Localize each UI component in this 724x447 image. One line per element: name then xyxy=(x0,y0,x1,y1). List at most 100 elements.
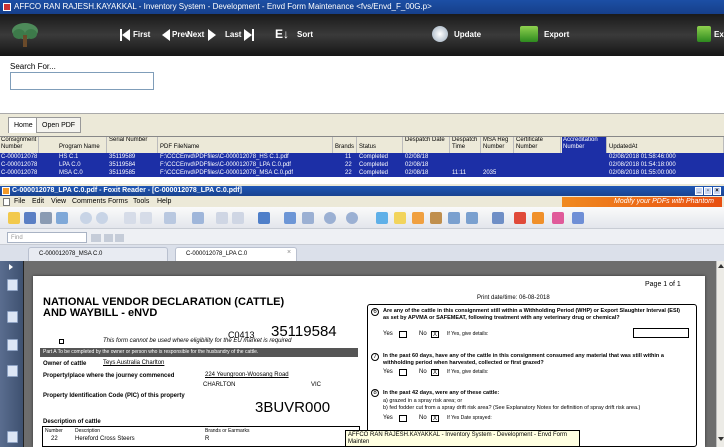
menu-edit[interactable]: Edit xyxy=(32,196,44,207)
back-icon[interactable] xyxy=(80,212,92,224)
zoom-icon[interactable] xyxy=(192,212,204,224)
table-row[interactable]: C-000012078 LPA C.0 35119584 F:\CCCEnvd\… xyxy=(0,161,724,169)
forward-icon[interactable] xyxy=(96,212,108,224)
question-8b: b) fed fodder cut from a spray drift ris… xyxy=(383,405,641,411)
question-8: In the past 42 days, were any of these c… xyxy=(383,390,500,396)
col-brands-header: Brands or Earmarks xyxy=(205,428,250,434)
print-icon[interactable] xyxy=(40,212,52,224)
hand-tool-icon[interactable] xyxy=(124,212,136,224)
attachments-icon[interactable] xyxy=(7,365,18,377)
menu-help[interactable]: Help xyxy=(157,196,171,207)
state-value: VIC xyxy=(311,382,322,388)
q8-no-checkbox[interactable]: X xyxy=(431,415,439,422)
vertical-scrollbar[interactable] xyxy=(716,261,724,447)
snapshot-icon[interactable] xyxy=(164,212,176,224)
q6-no-checkbox[interactable]: X xyxy=(431,331,439,338)
col-consignment[interactable]: Consignment Number xyxy=(0,137,39,153)
q6-details-box[interactable] xyxy=(633,328,689,338)
tab-home[interactable]: Home xyxy=(8,117,39,133)
main-tabs: Home Open PDF xyxy=(0,114,724,134)
pencil-icon[interactable] xyxy=(492,212,504,224)
table-row[interactable]: C-000012078 MSA C.0 35119585 F:\CCCEnvd\… xyxy=(0,169,724,177)
link-icon[interactable] xyxy=(448,212,460,224)
zoom-out-icon[interactable] xyxy=(324,212,336,224)
col-status[interactable]: Status xyxy=(358,137,403,153)
col-brands[interactable]: Brands xyxy=(334,137,357,153)
rotate-icon[interactable] xyxy=(302,212,314,224)
phantom-banner[interactable]: Modify your PDFs with Phantom xyxy=(562,197,722,207)
redo-icon[interactable] xyxy=(232,212,244,224)
restore-icon[interactable]: ▫ xyxy=(704,187,712,195)
find-input[interactable]: Find xyxy=(7,232,87,243)
col-serial[interactable]: Serial Number xyxy=(108,137,158,153)
menu-forms[interactable]: Forms xyxy=(108,196,128,207)
zoom-in-icon[interactable] xyxy=(258,212,270,224)
form-subtitle: AND WAYBILL - eNVD xyxy=(43,307,158,319)
comments-icon[interactable] xyxy=(7,339,18,351)
cell-serial: 35119584 xyxy=(109,162,136,168)
email-icon[interactable] xyxy=(56,212,68,224)
sidebar-collapse-icon[interactable] xyxy=(9,264,13,270)
undo-icon[interactable] xyxy=(216,212,228,224)
col-accreditation[interactable]: Accreditation Number xyxy=(562,137,607,153)
cell-updated-at: 02/08/2018 01:55:00:000 xyxy=(609,170,676,176)
q6-yes-label: Yes xyxy=(383,331,393,337)
cell-status: Completed xyxy=(359,162,389,168)
q8-yes-checkbox[interactable] xyxy=(399,415,407,422)
note-icon[interactable] xyxy=(394,212,406,224)
scroll-down-icon[interactable] xyxy=(718,437,724,441)
col-despatch-time[interactable]: Despatch Time xyxy=(451,137,481,153)
fit-page-icon[interactable] xyxy=(284,212,296,224)
eu-checkbox[interactable] xyxy=(59,339,64,344)
scroll-up-icon[interactable] xyxy=(718,264,724,268)
tab-open-pdf[interactable]: Open PDF xyxy=(36,117,82,133)
arrow-tool-icon[interactable] xyxy=(572,212,584,224)
typewriter-icon[interactable] xyxy=(376,212,388,224)
image-icon[interactable] xyxy=(430,212,442,224)
table-row[interactable]: C-000012078 HS C.1 35119589 F:\CCCEnvd\P… xyxy=(0,153,724,161)
tab-close-icon[interactable]: × xyxy=(287,249,291,256)
open-icon[interactable] xyxy=(8,212,20,224)
find-prev-icon[interactable] xyxy=(104,234,113,242)
tab-lpa-pdf[interactable]: C-000012078_LPA C.0 xyxy=(175,247,297,261)
zoom-plus-icon[interactable] xyxy=(346,212,358,224)
foxit-title-bar: C-000012078_LPA C.0.pdf - Foxit Reader -… xyxy=(0,186,724,196)
main-toolbar: First Prev Next Last E↓ Sort Update Expo… xyxy=(0,14,724,56)
bookmarks-icon[interactable] xyxy=(7,279,18,291)
col-despatch-date[interactable]: Despatch Date xyxy=(404,137,450,153)
find-options-icon[interactable] xyxy=(91,234,101,242)
window-tooltip: AFFCO RAN RAJESH.KAYAKKAL - Inventory Sy… xyxy=(345,430,580,447)
phantom-edit-icon[interactable] xyxy=(532,212,544,224)
search-input[interactable] xyxy=(10,72,154,90)
menu-comments[interactable]: Comments xyxy=(72,196,106,207)
q7-no-checkbox[interactable]: X xyxy=(431,369,439,376)
cell-program: LPA C.0 xyxy=(59,162,81,168)
stamp-icon[interactable] xyxy=(552,212,564,224)
foxit-toolbar xyxy=(0,207,724,229)
col-updated-at[interactable]: UpdatedAt xyxy=(608,137,724,153)
layers-icon[interactable] xyxy=(7,431,18,443)
tab-msa-pdf[interactable]: C-000012078_MSA C.0 xyxy=(28,247,168,261)
pdf-edit-icon[interactable] xyxy=(514,212,526,224)
q7-yes-checkbox[interactable] xyxy=(399,369,407,376)
menu-file[interactable]: File xyxy=(14,196,25,207)
col-certificate[interactable]: Certificate Number xyxy=(515,137,561,153)
cell-updated-at: 02/08/2018 01:58:46:000 xyxy=(609,154,676,160)
attachment-icon[interactable] xyxy=(466,212,478,224)
q7-yes-label: Yes xyxy=(383,369,393,375)
find-next-icon[interactable] xyxy=(115,234,124,242)
close-icon[interactable]: × xyxy=(713,187,721,195)
cell-status: Completed xyxy=(359,154,389,160)
cell-updated-at: 02/08/2018 01:54:18:000 xyxy=(609,162,676,168)
highlight-icon[interactable] xyxy=(412,212,424,224)
minimize-icon[interactable]: _ xyxy=(695,187,703,195)
q6-yes-checkbox[interactable] xyxy=(399,331,407,338)
select-text-icon[interactable] xyxy=(140,212,152,224)
menu-view[interactable]: View xyxy=(51,196,66,207)
save-icon[interactable] xyxy=(24,212,36,224)
pages-icon[interactable] xyxy=(7,311,18,323)
menu-tools[interactable]: Tools xyxy=(133,196,149,207)
col-pdf-filename[interactable]: PDF FileName xyxy=(159,137,333,153)
col-program[interactable]: Program Name xyxy=(58,137,107,153)
col-msa-reg[interactable]: MSA Reg Number xyxy=(482,137,514,153)
